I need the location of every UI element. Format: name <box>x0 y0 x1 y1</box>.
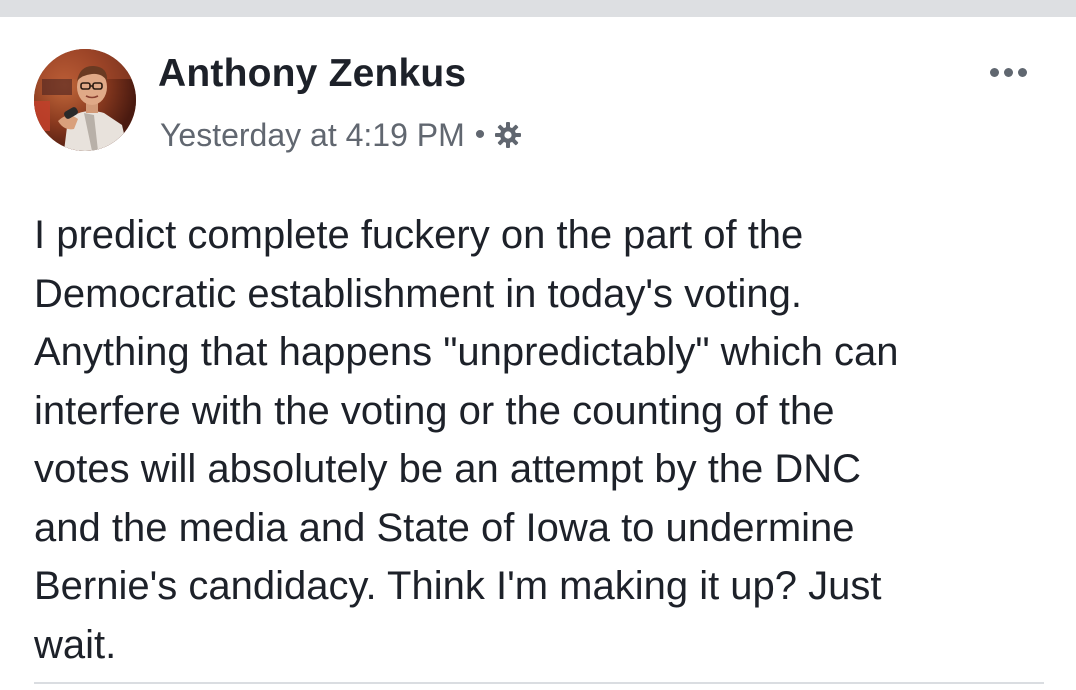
post-text-line: wait. <box>34 622 117 667</box>
post-text-line: votes will absolutely be an attempt by t… <box>34 447 862 491</box>
post-text-line: I predict complete fuckery on the part o… <box>34 213 804 257</box>
post-timestamp[interactable]: Yesterday at 4:19 PM <box>160 119 465 151</box>
avatar[interactable] <box>34 49 136 151</box>
more-dot <box>1017 67 1027 77</box>
author-name[interactable]: Anthony Zenkus <box>158 52 466 96</box>
meta-separator: • <box>474 118 486 151</box>
post-text-line: Democratic establishment in today's voti… <box>34 271 802 316</box>
gear-icon-graphic <box>495 122 522 148</box>
post-text-line: and the media and State of Iowa to under… <box>34 505 855 550</box>
avatar-photo <box>34 49 136 151</box>
post-card: Anthony Zenkus Yesterday at 4:19 PM • I … <box>0 17 1076 690</box>
feed-background-band <box>0 0 1076 17</box>
post-text-line: Bernie's candidacy. Think I'm making it … <box>34 564 882 608</box>
more-dot <box>1003 67 1013 77</box>
post-divider <box>34 682 1044 684</box>
post-text-line: interfere with the voting or the countin… <box>34 388 835 433</box>
more-options-icon[interactable] <box>978 55 1038 89</box>
post-body: I predict complete fuckery on the part o… <box>34 206 1054 674</box>
gear-icon[interactable] <box>493 120 523 150</box>
more-dot <box>989 67 999 77</box>
post-meta: Yesterday at 4:19 PM • <box>160 115 523 155</box>
post-text-line: Anything that happens "unpredictably" wh… <box>34 330 899 374</box>
